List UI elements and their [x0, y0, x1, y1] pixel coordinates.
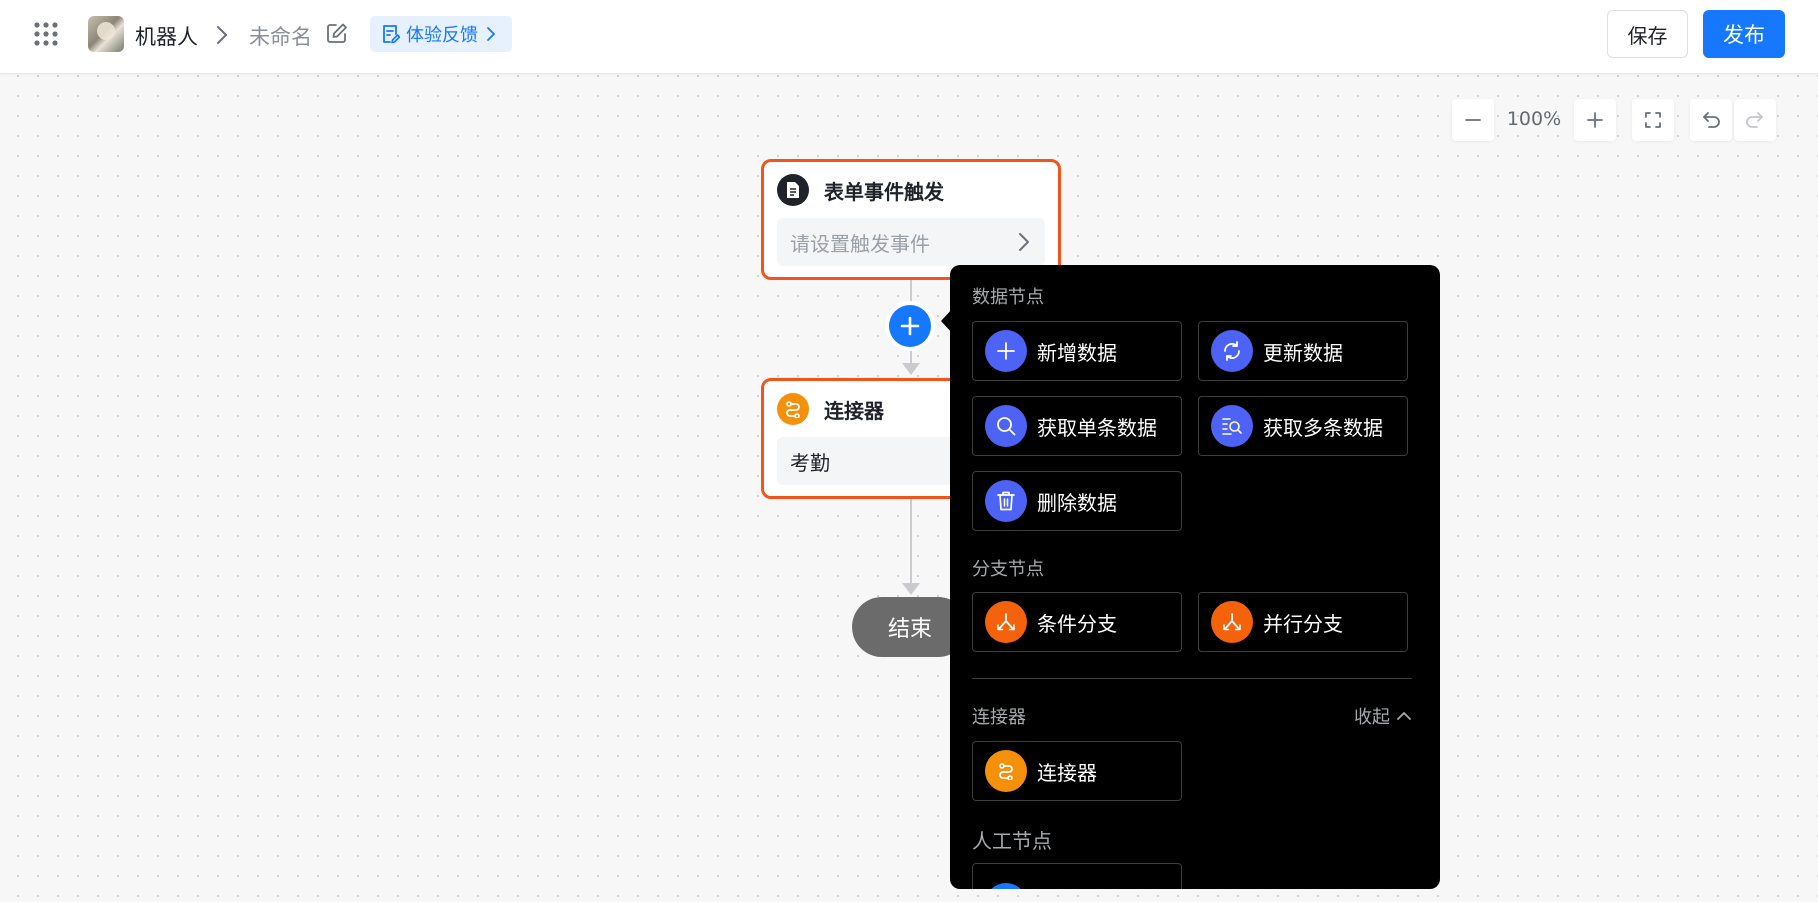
node-item-parallel-branch[interactable]: 并行分支: [1198, 592, 1408, 652]
node-item-manual[interactable]: [972, 863, 1182, 889]
node-item-label: 获取单条数据: [1037, 415, 1157, 440]
add-node-button[interactable]: [889, 305, 931, 347]
fullscreen-icon: [1645, 112, 1661, 128]
redo-button[interactable]: [1734, 99, 1776, 141]
publish-button[interactable]: 发布: [1703, 10, 1785, 58]
divider: [972, 678, 1412, 679]
zoom-level: 100%: [1506, 108, 1562, 130]
save-button[interactable]: 保存: [1607, 10, 1688, 58]
trigger-event-placeholder: 请设置触发事件: [790, 231, 930, 256]
trash-icon: [985, 480, 1027, 522]
app-grid-icon[interactable]: [33, 21, 59, 47]
chevron-right-icon: [487, 27, 495, 41]
chevron-right-icon: [217, 26, 227, 44]
refresh-icon: [1211, 330, 1253, 372]
add-node-popover: 数据节点 新增数据 更新数据 获取单条数据 获取多条数据 删除数据 分支节点 条…: [950, 265, 1440, 889]
node-item-delete-data[interactable]: 删除数据: [972, 471, 1182, 531]
undo-icon: [1703, 112, 1720, 128]
user-icon: [985, 883, 1027, 889]
arrow-head: [902, 363, 920, 375]
plus-icon: [985, 330, 1027, 372]
node-item-update-data[interactable]: 更新数据: [1198, 321, 1408, 381]
node-item-label: 删除数据: [1037, 490, 1117, 515]
connector-node-title: 连接器: [824, 399, 884, 423]
minus-icon: [1465, 119, 1481, 121]
chevron-up-icon: [1397, 712, 1411, 720]
search-icon: [985, 405, 1027, 447]
branch-icon: [985, 601, 1027, 643]
collapse-toggle[interactable]: 收起: [1354, 703, 1412, 729]
branch-icon: [1211, 601, 1253, 643]
arrow-head: [902, 583, 920, 595]
app-avatar: [88, 16, 124, 52]
trigger-node-title: 表单事件触发: [824, 180, 944, 204]
plus-icon: [1587, 112, 1603, 128]
node-item-label: 获取多条数据: [1263, 415, 1383, 440]
node-item-get-multiple-data[interactable]: 获取多条数据: [1198, 396, 1408, 456]
node-item-label: 连接器: [1037, 760, 1097, 785]
section-title-connector: 连接器: [972, 707, 1026, 728]
connector-icon: [985, 750, 1027, 792]
form-icon: [777, 174, 809, 206]
node-item-label: 更新数据: [1263, 340, 1343, 365]
section-title-manual: 人工节点: [972, 829, 1052, 853]
node-item-connector[interactable]: 连接器: [972, 741, 1182, 801]
section-title-branch: 分支节点: [972, 559, 1044, 580]
node-item-condition-branch[interactable]: 条件分支: [972, 592, 1182, 652]
zoom-in-button[interactable]: [1574, 99, 1616, 141]
connector-icon: [777, 393, 809, 425]
zoom-out-button[interactable]: [1452, 99, 1494, 141]
undo-button[interactable]: [1690, 99, 1732, 141]
edit-icon[interactable]: [326, 22, 348, 44]
redo-icon: [1746, 112, 1763, 128]
node-item-label: 新增数据: [1037, 340, 1117, 365]
feedback-label: 体验反馈: [406, 25, 478, 46]
section-title-data: 数据节点: [972, 287, 1044, 308]
list-search-icon: [1211, 405, 1253, 447]
node-item-label: 并行分支: [1263, 611, 1343, 636]
trigger-event-field[interactable]: 请设置触发事件: [777, 218, 1045, 266]
feedback-button[interactable]: 体验反馈: [370, 16, 512, 52]
feedback-icon: [383, 25, 400, 44]
document-name: 未命名: [249, 25, 312, 49]
app-name[interactable]: 机器人: [135, 21, 198, 51]
connector-line: [910, 497, 912, 592]
trigger-node[interactable]: 表单事件触发 请设置触发事件: [761, 159, 1061, 280]
plus-icon: [900, 316, 920, 336]
top-bar: 机器人 未命名 体验反馈 保存 发布: [0, 0, 1818, 74]
collapse-label: 收起: [1354, 707, 1390, 728]
node-item-label: 条件分支: [1037, 611, 1117, 636]
fit-view-button[interactable]: [1632, 99, 1674, 141]
node-item-get-single-data[interactable]: 获取单条数据: [972, 396, 1182, 456]
chevron-right-icon: [1019, 233, 1029, 251]
node-item-add-data[interactable]: 新增数据: [972, 321, 1182, 381]
